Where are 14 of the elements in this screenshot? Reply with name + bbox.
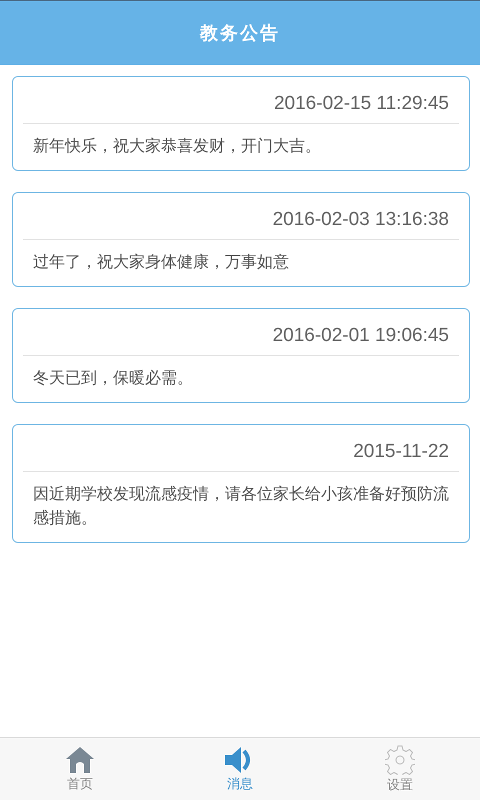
notice-text: 因近期学校发现流感疫情，请各位家长给小孩准备好预防流感措施。 bbox=[32, 483, 450, 529]
page-title: 教务公告 bbox=[200, 22, 280, 45]
notice-time: 2015-11-22 bbox=[352, 440, 450, 464]
tab[interactable]: 首页 bbox=[0, 738, 160, 800]
notice-time: 2016-02-15 11:29:45 bbox=[272, 92, 450, 116]
notice-time: 2016-02-01 19:06:45 bbox=[272, 324, 450, 348]
tab[interactable]: 设置 bbox=[320, 738, 480, 800]
tab[interactable]: 消息 bbox=[160, 738, 320, 800]
notice-text: 新年快乐，祝大家恭喜发财，开门大吉。 bbox=[32, 135, 322, 157]
settings-icon bbox=[385, 744, 415, 774]
notice-time: 2016-02-03 13:16:38 bbox=[272, 208, 450, 232]
notice-text: 冬天已到，保暖必需。 bbox=[32, 367, 194, 389]
notice-text: 过年了，祝大家身体健康，万事如意 bbox=[32, 251, 290, 273]
home-icon bbox=[65, 746, 95, 774]
